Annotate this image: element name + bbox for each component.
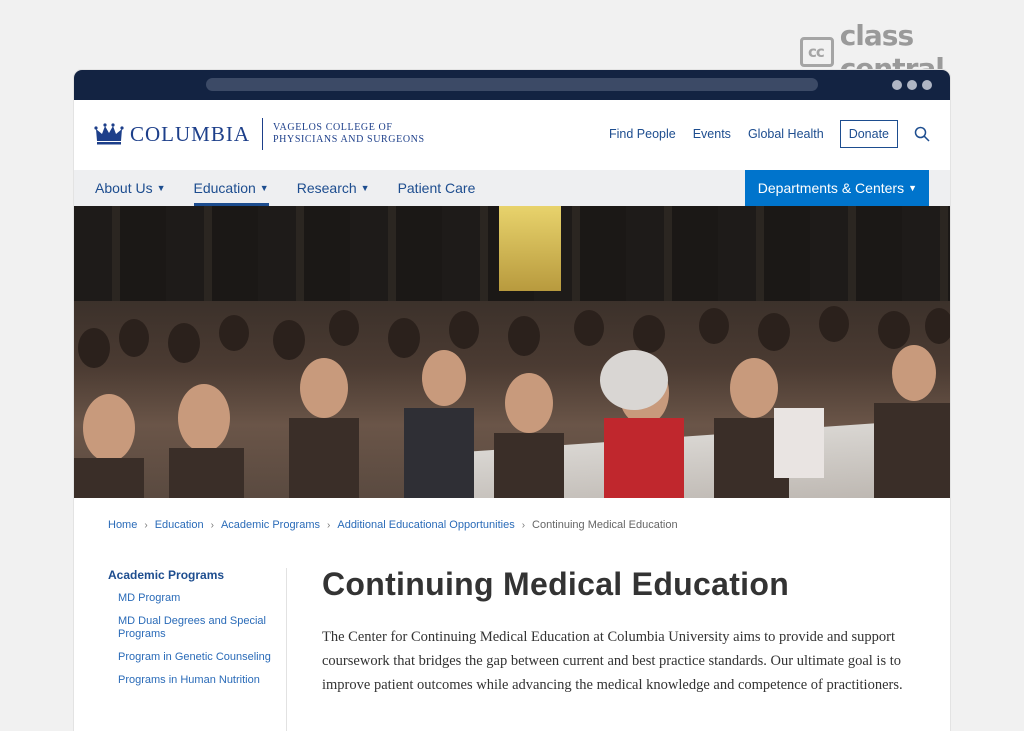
global-health-link[interactable]: Global Health <box>748 127 824 141</box>
chevron-right-icon: › <box>210 519 214 531</box>
chevron-right-icon: › <box>144 519 148 531</box>
nav-research-label: Research <box>296 180 357 196</box>
sidebar-item-md-program[interactable]: MD Program <box>118 592 278 605</box>
nav-education-label: Education <box>193 180 256 196</box>
breadcrumb-home[interactable]: Home <box>108 519 137 531</box>
search-icon[interactable] <box>914 126 930 142</box>
brand-subtitle: Vagelos College of Physicians and Surgeo… <box>273 122 425 146</box>
breadcrumb-education[interactable]: Education <box>155 519 204 531</box>
nav-patient-care[interactable]: Patient Care <box>398 170 476 206</box>
breadcrumb-current: Continuing Medical Education <box>532 519 678 531</box>
nav-about-us[interactable]: About Us ▼ <box>95 170 166 206</box>
page-title: Continuing Medical Education <box>322 566 790 602</box>
chevron-down-icon: ▼ <box>908 183 917 193</box>
hero-image <box>74 206 950 498</box>
class-central-mark-icon: cc <box>800 37 834 67</box>
main-nav: About Us ▼ Education ▼ Research ▼ Patient C… <box>74 170 950 206</box>
chevron-down-icon: ▼ <box>156 183 166 193</box>
sidebar-item-md-dual-degrees[interactable]: MD Dual Degrees and Special Programs <box>118 615 278 641</box>
nav-patient-care-label: Patient Care <box>397 180 476 196</box>
crown-icon <box>94 123 124 145</box>
window-controls <box>892 80 932 90</box>
breadcrumb: Home › Education › Academic Programs › A… <box>108 519 678 531</box>
audience-photo <box>74 306 950 498</box>
nav-education[interactable]: Education ▼ <box>193 170 269 206</box>
intro-paragraph: The Center for Continuing Medical Educat… <box>322 629 903 693</box>
window-dot-icon[interactable] <box>892 80 902 90</box>
window-dot-icon[interactable] <box>907 80 917 90</box>
brand-name: COLUMBIA <box>130 121 251 146</box>
nav-research[interactable]: Research ▼ <box>297 170 370 206</box>
browser-window: COLUMBIA Vagelos College of Physicians a… <box>74 70 950 731</box>
sidebar-item-human-nutrition[interactable]: Programs in Human Nutrition <box>118 674 278 687</box>
departments-centers-label: Departments & Centers <box>757 180 905 196</box>
departments-centers-button[interactable]: Departments & Centers ▼ <box>744 170 929 206</box>
utility-nav: Find People Events Global Health Donate <box>592 120 930 148</box>
chevron-down-icon: ▼ <box>360 183 370 193</box>
page-content: Home › Education › Academic Programs › A… <box>74 498 950 731</box>
nav-about-us-label: About Us <box>95 180 153 196</box>
site-header: COLUMBIA Vagelos College of Physicians a… <box>74 100 950 170</box>
chevron-right-icon: › <box>327 519 331 531</box>
window-dot-icon[interactable] <box>922 80 932 90</box>
brand-subtitle-line-2: Physicians and Surgeons <box>273 134 425 145</box>
sidebar-heading-academic-programs[interactable]: Academic Programs <box>108 568 286 582</box>
donate-button[interactable]: Donate <box>839 120 898 148</box>
sidebar: Academic Programs MD Program MD Dual Deg… <box>108 568 287 731</box>
columbia-logo[interactable]: COLUMBIA Vagelos College of Physicians a… <box>94 118 425 150</box>
events-link[interactable]: Events <box>693 127 731 141</box>
breadcrumb-academic-programs[interactable]: Academic Programs <box>221 519 320 531</box>
brand-divider <box>262 118 264 150</box>
brand-subtitle-line-1: Vagelos College of <box>273 122 393 133</box>
address-bar[interactable] <box>206 78 818 91</box>
breadcrumb-additional-opportunities[interactable]: Additional Educational Opportunities <box>337 519 514 531</box>
chevron-right-icon: › <box>521 519 526 531</box>
find-people-link[interactable]: Find People <box>609 127 676 141</box>
main-column: Continuing Medical Education The Center … <box>322 566 922 697</box>
browser-chrome <box>74 70 950 100</box>
sidebar-item-genetic-counseling[interactable]: Program in Genetic Counseling <box>118 651 278 664</box>
chevron-down-icon: ▼ <box>259 183 269 193</box>
